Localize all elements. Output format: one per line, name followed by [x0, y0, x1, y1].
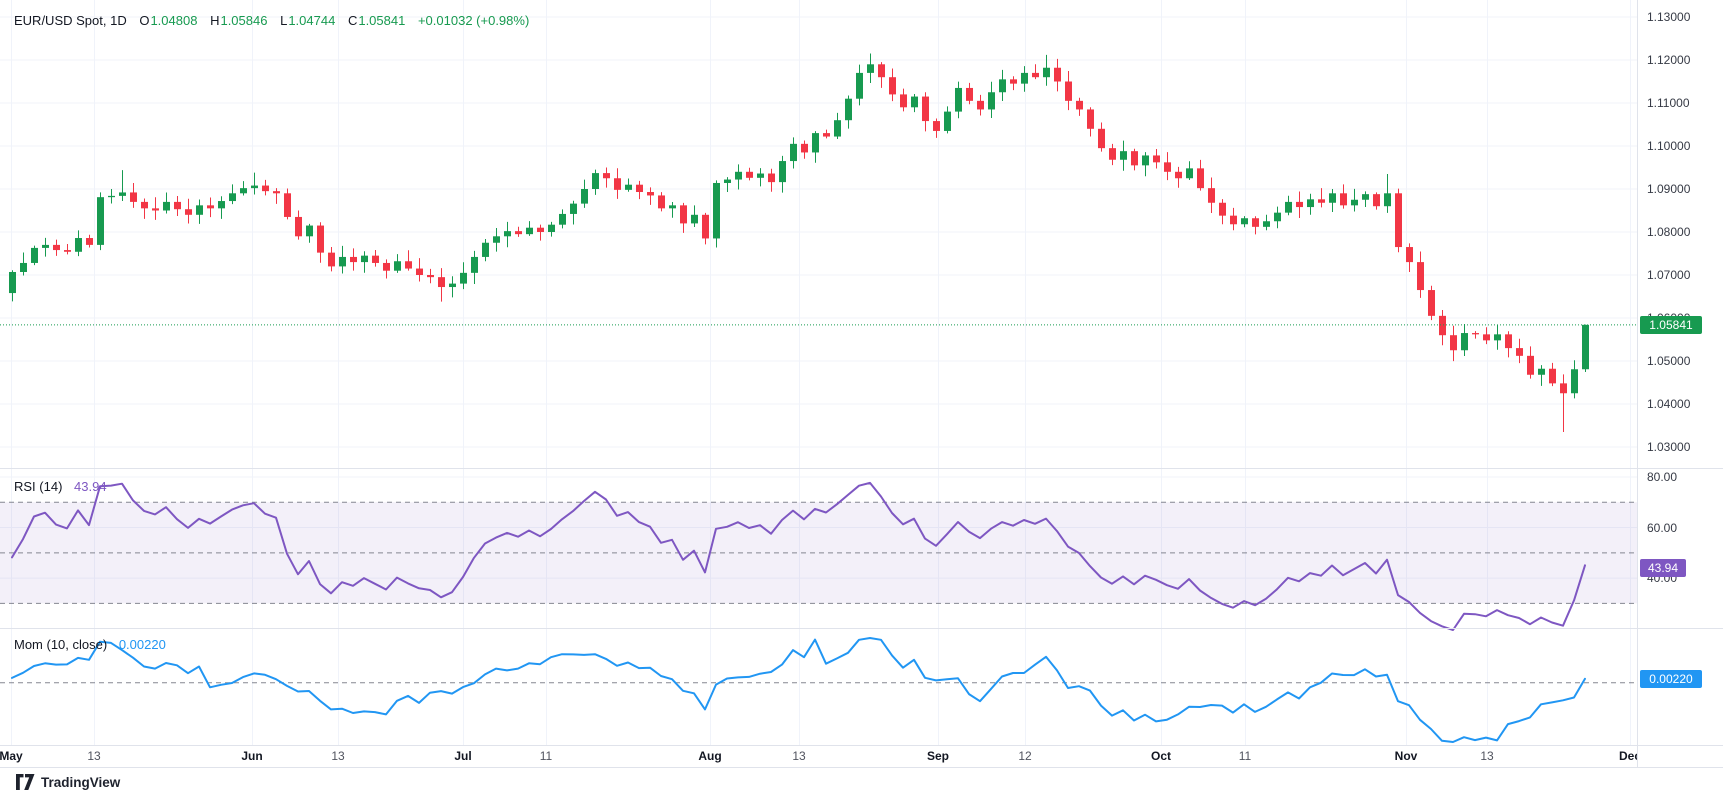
time-axis-label: 11: [540, 749, 552, 763]
last-price-badge: 1.05841: [1640, 316, 1702, 334]
mom-legend[interactable]: Mom (10, close) 0.00220: [14, 637, 166, 652]
pane-separator-rsi[interactable]: [0, 468, 1723, 469]
time-axis-label: May: [0, 749, 23, 763]
axis-tick-label: 1.07000: [1647, 268, 1690, 282]
time-axis-label: Jul: [454, 749, 471, 763]
ohlc-close-key: C: [348, 13, 357, 28]
ohlc-low-key: L: [280, 13, 287, 28]
symbol-legend[interactable]: EUR/USD Spot, 1D O1.04808 H1.05846 L1.04…: [14, 13, 529, 28]
pane-separator-mom[interactable]: [0, 628, 1723, 629]
mom-value-badge: 0.00220: [1640, 670, 1702, 688]
time-axis-label: Aug: [698, 749, 721, 763]
mom-legend-name[interactable]: Mom (10, close): [14, 637, 107, 652]
time-axis-label: 13: [792, 749, 805, 763]
axis-tick-label: 1.12000: [1647, 53, 1690, 67]
rsi-legend-value: 43.94: [74, 479, 107, 494]
axis-tick-label: 1.08000: [1647, 225, 1690, 239]
time-axis-label: 13: [87, 749, 100, 763]
bottom-border: [0, 767, 1723, 768]
axis-tick-label: 1.04000: [1647, 397, 1690, 411]
axis-tick-label: 1.09000: [1647, 182, 1690, 196]
time-axis-label: 13: [1480, 749, 1493, 763]
change-value: +0.01032 (+0.98%): [418, 13, 529, 28]
tradingview-logo-icon: [16, 774, 35, 790]
time-axis-label: Jun: [241, 749, 262, 763]
time-axis-label: 11: [1239, 749, 1251, 763]
time-axis-label: Oct: [1151, 749, 1171, 763]
axis-tick-label: 1.13000: [1647, 10, 1690, 24]
time-axis-label: 12: [1018, 749, 1031, 763]
ohlc-low-value: 1.04744: [288, 13, 335, 28]
chart-canvas[interactable]: [0, 0, 1723, 767]
axis-tick-label: 80.00: [1647, 470, 1677, 484]
ohlc-high-value: 1.05846: [220, 13, 267, 28]
axis-tick-label: 1.03000: [1647, 440, 1690, 454]
ohlc-open-key: O: [139, 13, 149, 28]
tradingview-logo[interactable]: TradingView: [16, 774, 120, 790]
time-axis-separator: [0, 745, 1723, 746]
axis-tick-label: 60.00: [1647, 521, 1677, 535]
time-axis-label: Nov: [1395, 749, 1418, 763]
axis-tick-label: 1.05000: [1647, 354, 1690, 368]
time-axis[interactable]: May 13 Jun 13 Jul 11 Aug 13 Sep 12 Oct 11 Nov 13 Dec: [0, 745, 1637, 767]
mom-legend-value: 0.00220: [119, 637, 166, 652]
time-axis-label: 13: [331, 749, 344, 763]
time-axis-label: Sep: [927, 749, 949, 763]
axis-tick-label: 1.11000: [1647, 96, 1690, 110]
ohlc-open-value: 1.04808: [150, 13, 197, 28]
tradingview-chart-app: EUR/USD Spot, 1D O1.04808 H1.05846 L1.04…: [0, 0, 1723, 803]
tradingview-logo-text: TradingView: [41, 775, 120, 790]
time-axis-label: Dec: [1619, 749, 1637, 763]
symbol-title[interactable]: EUR/USD Spot, 1D: [14, 13, 127, 28]
rsi-legend[interactable]: RSI (14) 43.94: [14, 479, 107, 494]
ohlc-close-value: 1.05841: [358, 13, 405, 28]
rsi-legend-name[interactable]: RSI (14): [14, 479, 62, 494]
ohlc-high-key: H: [210, 13, 219, 28]
axis-tick-label: 1.10000: [1647, 139, 1690, 153]
price-scale-axis[interactable]: [1637, 0, 1723, 767]
rsi-value-badge: 43.94: [1640, 559, 1686, 577]
